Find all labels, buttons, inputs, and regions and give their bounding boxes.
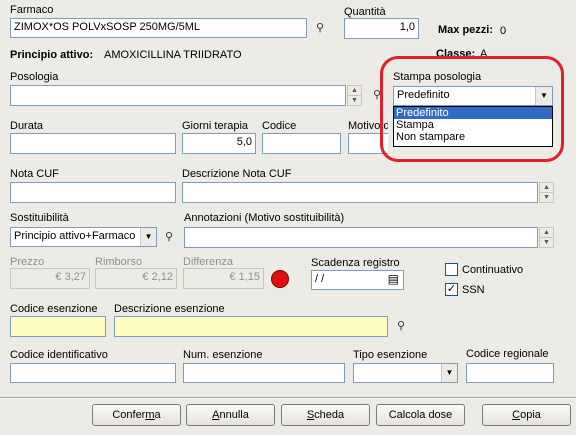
principio-value: AMOXICILLINA TRIIDRATO (104, 49, 242, 61)
rimborso-label: Rimborso (95, 256, 143, 268)
pin-icon[interactable]: ⚲ (394, 319, 408, 333)
calcola-dose-button[interactable]: Calcola dose (376, 404, 465, 426)
scheda-label-post: cheda (314, 409, 345, 421)
prezzo-field: € 3,27 (10, 268, 90, 289)
farmaco-field[interactable]: ZIMOX*OS POLVxSOSP 250MG/5ML (10, 18, 307, 38)
copia-label-post: opia (520, 409, 541, 421)
calcola-label: Calcola dose (388, 409, 453, 421)
divider (0, 398, 576, 399)
quantita-label: Quantità (344, 6, 386, 18)
differenza-label: Differenza (183, 256, 233, 268)
continuativo-label: Continuativo (462, 264, 524, 276)
differenza-field: € 1,15 (183, 268, 264, 289)
copia-accel: C (512, 409, 521, 421)
codice-identificativo-label: Codice identificativo (10, 349, 108, 361)
num-esenzione-field[interactable] (183, 363, 345, 383)
status-dot (271, 270, 289, 288)
prezzo-label: Prezzo (10, 256, 45, 268)
giorni-terapia-field[interactable]: 5,0 (182, 133, 256, 154)
sostituibilita-label: Sostituibilità (10, 212, 69, 224)
nota-cuf-field[interactable] (10, 182, 176, 203)
codice-regionale-field[interactable] (466, 363, 554, 383)
durata-label: Durata (10, 120, 44, 132)
descrizione-nota-scroll[interactable]: ▲ ▼ (539, 182, 554, 203)
scadenza-label: Scadenza registro (311, 257, 400, 269)
nota-cuf-label: Nota CUF (10, 168, 59, 180)
ssn-checkbox[interactable]: ✓ (445, 283, 458, 296)
giorni-terapia-label: Giorni terapia (182, 120, 249, 132)
scroll-up-icon[interactable]: ▲ (348, 86, 361, 96)
num-esenzione-label: Num. esenzione (183, 349, 263, 361)
chevron-down-icon[interactable]: ▼ (140, 228, 156, 246)
max-pezzi-value: 0 (500, 25, 507, 37)
calendar-icon[interactable]: ▤ (388, 272, 399, 286)
codice-field[interactable] (262, 133, 341, 154)
descrizione-esenzione-label: Descrizione esenzione (114, 303, 225, 315)
tipo-esenzione-label: Tipo esenzione (353, 349, 428, 361)
codice-identificativo-field[interactable] (10, 363, 176, 383)
posologia-field[interactable] (10, 85, 346, 106)
codice-label: Codice (262, 120, 297, 132)
annulla-button[interactable]: Annulla (186, 404, 275, 426)
posologia-scroll[interactable]: ▲ ▼ (347, 85, 362, 106)
durata-field[interactable] (10, 133, 176, 154)
tipo-esenzione-select[interactable]: ▼ (353, 363, 458, 383)
sostituibilita-select[interactable]: Principio attivo+Farmaco ▼ (10, 227, 157, 247)
descrizione-esenzione-field[interactable] (114, 316, 388, 337)
sostituibilita-value: Principio attivo+Farmaco (14, 230, 136, 242)
prescription-form: Farmaco ZIMOX*OS POLVxSOSP 250MG/5ML ⚲ Q… (0, 0, 576, 435)
scadenza-field[interactable]: / / ▤ (311, 270, 404, 290)
farmaco-label: Farmaco (10, 4, 54, 16)
highlight-ring (380, 56, 564, 162)
posologia-label: Posologia (10, 71, 59, 83)
conferma-button[interactable]: Conferma (92, 404, 181, 426)
rimborso-field: € 2,12 (95, 268, 177, 289)
scheda-button[interactable]: Scheda (281, 404, 370, 426)
codice-regionale-label: Codice regionale (466, 348, 549, 360)
annotazioni-scroll[interactable]: ▲ ▼ (539, 227, 554, 248)
ssn-label: SSN (462, 284, 485, 296)
continuativo-checkbox[interactable] (445, 263, 458, 276)
descrizione-nota-label: Descrizione Nota CUF (182, 168, 292, 180)
descrizione-nota-field[interactable] (182, 182, 538, 203)
pin-icon[interactable]: ⚲ (313, 21, 327, 35)
annotazioni-field[interactable] (184, 227, 538, 248)
conferma-label-post: a (154, 409, 161, 421)
conferma-label-pre: Confer (112, 409, 146, 421)
pin-icon[interactable]: ⚲ (162, 230, 176, 244)
quantita-field[interactable]: 1,0 (344, 18, 419, 39)
scroll-down-icon[interactable]: ▼ (348, 96, 361, 106)
scroll-up-icon[interactable]: ▲ (540, 183, 553, 193)
codice-esenzione-field[interactable] (10, 316, 106, 337)
conferma-accel: m (145, 409, 155, 421)
scroll-up-icon[interactable]: ▲ (540, 228, 553, 238)
scroll-down-icon[interactable]: ▼ (540, 238, 553, 248)
annulla-label-post: nnulla (219, 409, 249, 421)
scroll-down-icon[interactable]: ▼ (540, 193, 553, 203)
scadenza-value: / / (315, 273, 325, 285)
codice-esenzione-label: Codice esenzione (10, 303, 98, 315)
copia-button[interactable]: Copia (482, 404, 571, 426)
max-pezzi-label: Max pezzi: (438, 24, 494, 36)
chevron-down-icon[interactable]: ▼ (441, 364, 457, 382)
principio-label: Principio attivo: (10, 49, 94, 61)
annotazioni-label: Annotazioni (Motivo sostituibilità) (184, 212, 345, 224)
